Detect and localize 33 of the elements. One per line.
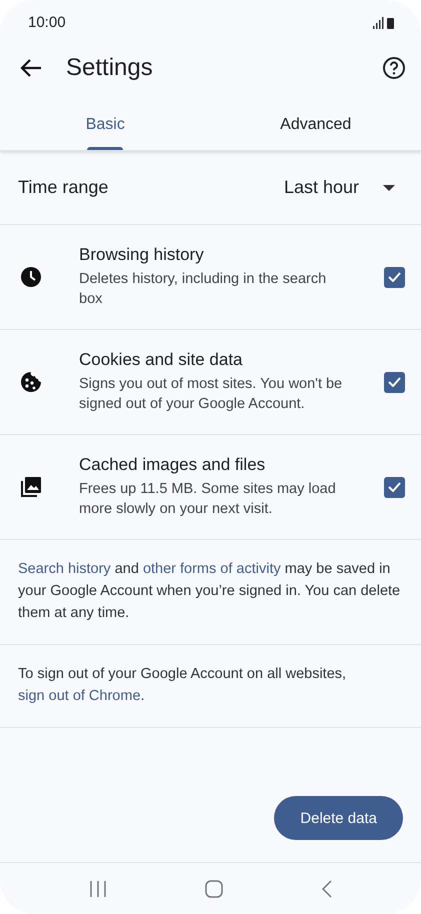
info-paragraph: Search history and other forms of activity may be saved in your Google Account when you’re signed in. You can delete them at any time. [0, 540, 421, 645]
text-link[interactable]: other forms of activity [142, 561, 281, 577]
option-description: Deletes history, including in the search box [79, 270, 328, 309]
text-link[interactable]: Search history [18, 561, 111, 577]
checkmark-icon [388, 482, 401, 492]
tab[interactable]: Basic [0, 100, 210, 150]
option-description: Frees up 11.5 MB. Some sites may load more slowly on your next visit. [79, 480, 337, 519]
option-title: Cookies and site data [79, 350, 244, 370]
home-icon[interactable] [205, 880, 224, 898]
text-link[interactable]: sign out of Chrome [18, 688, 141, 704]
delete-data-button[interactable]: Delete data [274, 796, 403, 840]
time-range-dropdown[interactable]: Last hour [284, 177, 403, 198]
checkbox[interactable] [384, 266, 405, 288]
recent-apps-icon[interactable] [89, 880, 108, 896]
option-title: Cached images and files [79, 455, 266, 475]
info-paragraph: To sign out of your Google Account on all websites, sign out of Chrome. [0, 645, 421, 728]
cookie-icon [20, 371, 42, 393]
checkbox[interactable] [384, 372, 405, 392]
checkmark-icon [388, 377, 401, 387]
clock-icon [20, 266, 42, 288]
signal-battery-icon [373, 16, 395, 28]
page-title: Settings [66, 54, 154, 82]
checkbox[interactable] [384, 476, 405, 498]
tab[interactable]: Advanced [210, 100, 421, 150]
image-stack-icon [20, 476, 42, 498]
time-range-label: Time range [18, 177, 110, 198]
back-nav-icon[interactable] [322, 880, 332, 898]
checkmark-icon [388, 272, 401, 282]
help-icon[interactable] [381, 54, 407, 80]
status-time: 10:00 [28, 14, 66, 31]
option-description: Signs you out of most sites. You won't be signed out of your Google Account. [79, 375, 344, 414]
dropdown-arrow-icon [383, 184, 395, 190]
option-title: Browsing history [79, 245, 205, 265]
